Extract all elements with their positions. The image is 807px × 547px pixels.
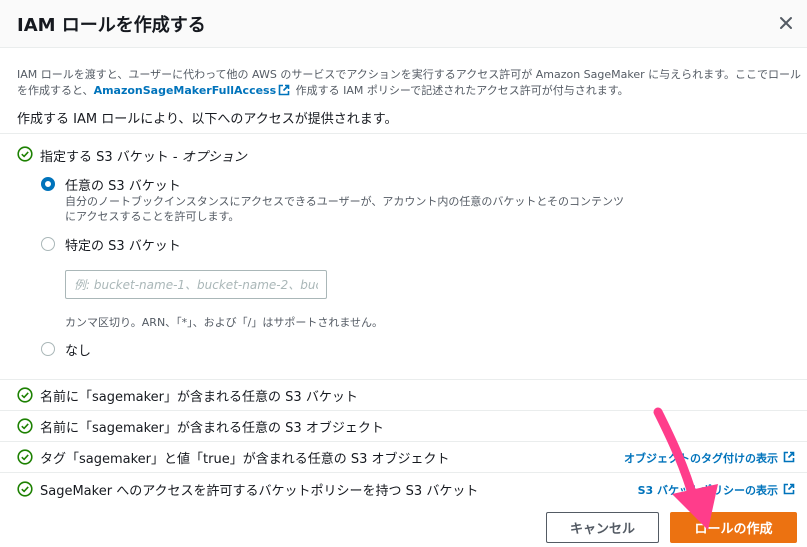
close-icon[interactable] xyxy=(776,13,796,33)
s3-option-optional: オプション xyxy=(181,150,247,165)
access-item-text: SageMaker へのアクセスを許可するバケットポリシーを持つ S3 バケット xyxy=(40,484,479,499)
check-circle-icon xyxy=(17,387,33,403)
intro-text: IAM ロールを渡すと、ユーザーに代わって他の AWS のサービスでアクションを… xyxy=(17,67,802,99)
external-link-icon[interactable] xyxy=(783,483,795,495)
check-circle-icon xyxy=(17,146,33,162)
dialog-title: IAM ロールを作成する xyxy=(17,15,206,36)
radio-specific-bucket-label[interactable]: 特定の S3 バケット xyxy=(65,235,181,254)
bucket-name-input[interactable] xyxy=(65,270,327,299)
divider xyxy=(0,472,807,473)
access-item-text: 名前に「sagemaker」が含まれる任意の S3 オブジェクト xyxy=(40,421,384,436)
s3-option-label-main: 指定する S3 バケット - xyxy=(40,150,182,165)
access-item-text: タグ「sagemaker」と値「true」が含まれる任意の S3 オブジェクト xyxy=(40,452,450,467)
intro-text-after: 作成する IAM ポリシーで記述されたアクセス許可が付与されます。 xyxy=(292,84,629,97)
radio-specific-bucket[interactable] xyxy=(41,237,55,251)
cancel-button[interactable]: キャンセル xyxy=(546,512,659,543)
divider xyxy=(0,410,807,411)
radio-none[interactable] xyxy=(41,342,55,356)
bucket-policy-link[interactable]: S3 バケットポリシーの表示 xyxy=(638,482,778,498)
external-link-icon[interactable] xyxy=(783,451,795,463)
create-role-button[interactable]: ロールの作成 xyxy=(670,512,797,543)
radio-any-bucket[interactable] xyxy=(41,177,55,191)
radio-any-bucket-label[interactable]: 任意の S3 バケット xyxy=(65,175,181,194)
divider xyxy=(0,379,807,380)
divider xyxy=(0,133,807,134)
radio-none-label[interactable]: なし xyxy=(65,340,91,359)
check-circle-icon xyxy=(17,418,33,434)
dialog-header: IAM ロールを作成する xyxy=(0,0,807,48)
radio-any-bucket-description: 自分のノートブックインスタンスにアクセスできるユーザーが、アカウント内の任意のバ… xyxy=(65,195,625,223)
section-lead: 作成する IAM ロールにより、以下へのアクセスが提供されます。 xyxy=(17,112,398,127)
s3-option-label: 指定する S3 バケット - オプション xyxy=(40,146,247,165)
divider xyxy=(0,441,807,442)
object-tagging-link[interactable]: オブジェクトのタグ付けの表示 xyxy=(624,450,778,466)
policy-link[interactable]: AmazonSageMakerFullAccess xyxy=(94,84,277,97)
check-circle-icon xyxy=(17,481,33,497)
bucket-input-hint: カンマ区切り。ARN、「*」、および「/」はサポートされません。 xyxy=(65,316,384,329)
check-circle-icon xyxy=(17,449,33,465)
access-item-text: 名前に「sagemaker」が含まれる任意の S3 バケット xyxy=(40,390,358,405)
external-link-icon[interactable] xyxy=(278,84,290,96)
